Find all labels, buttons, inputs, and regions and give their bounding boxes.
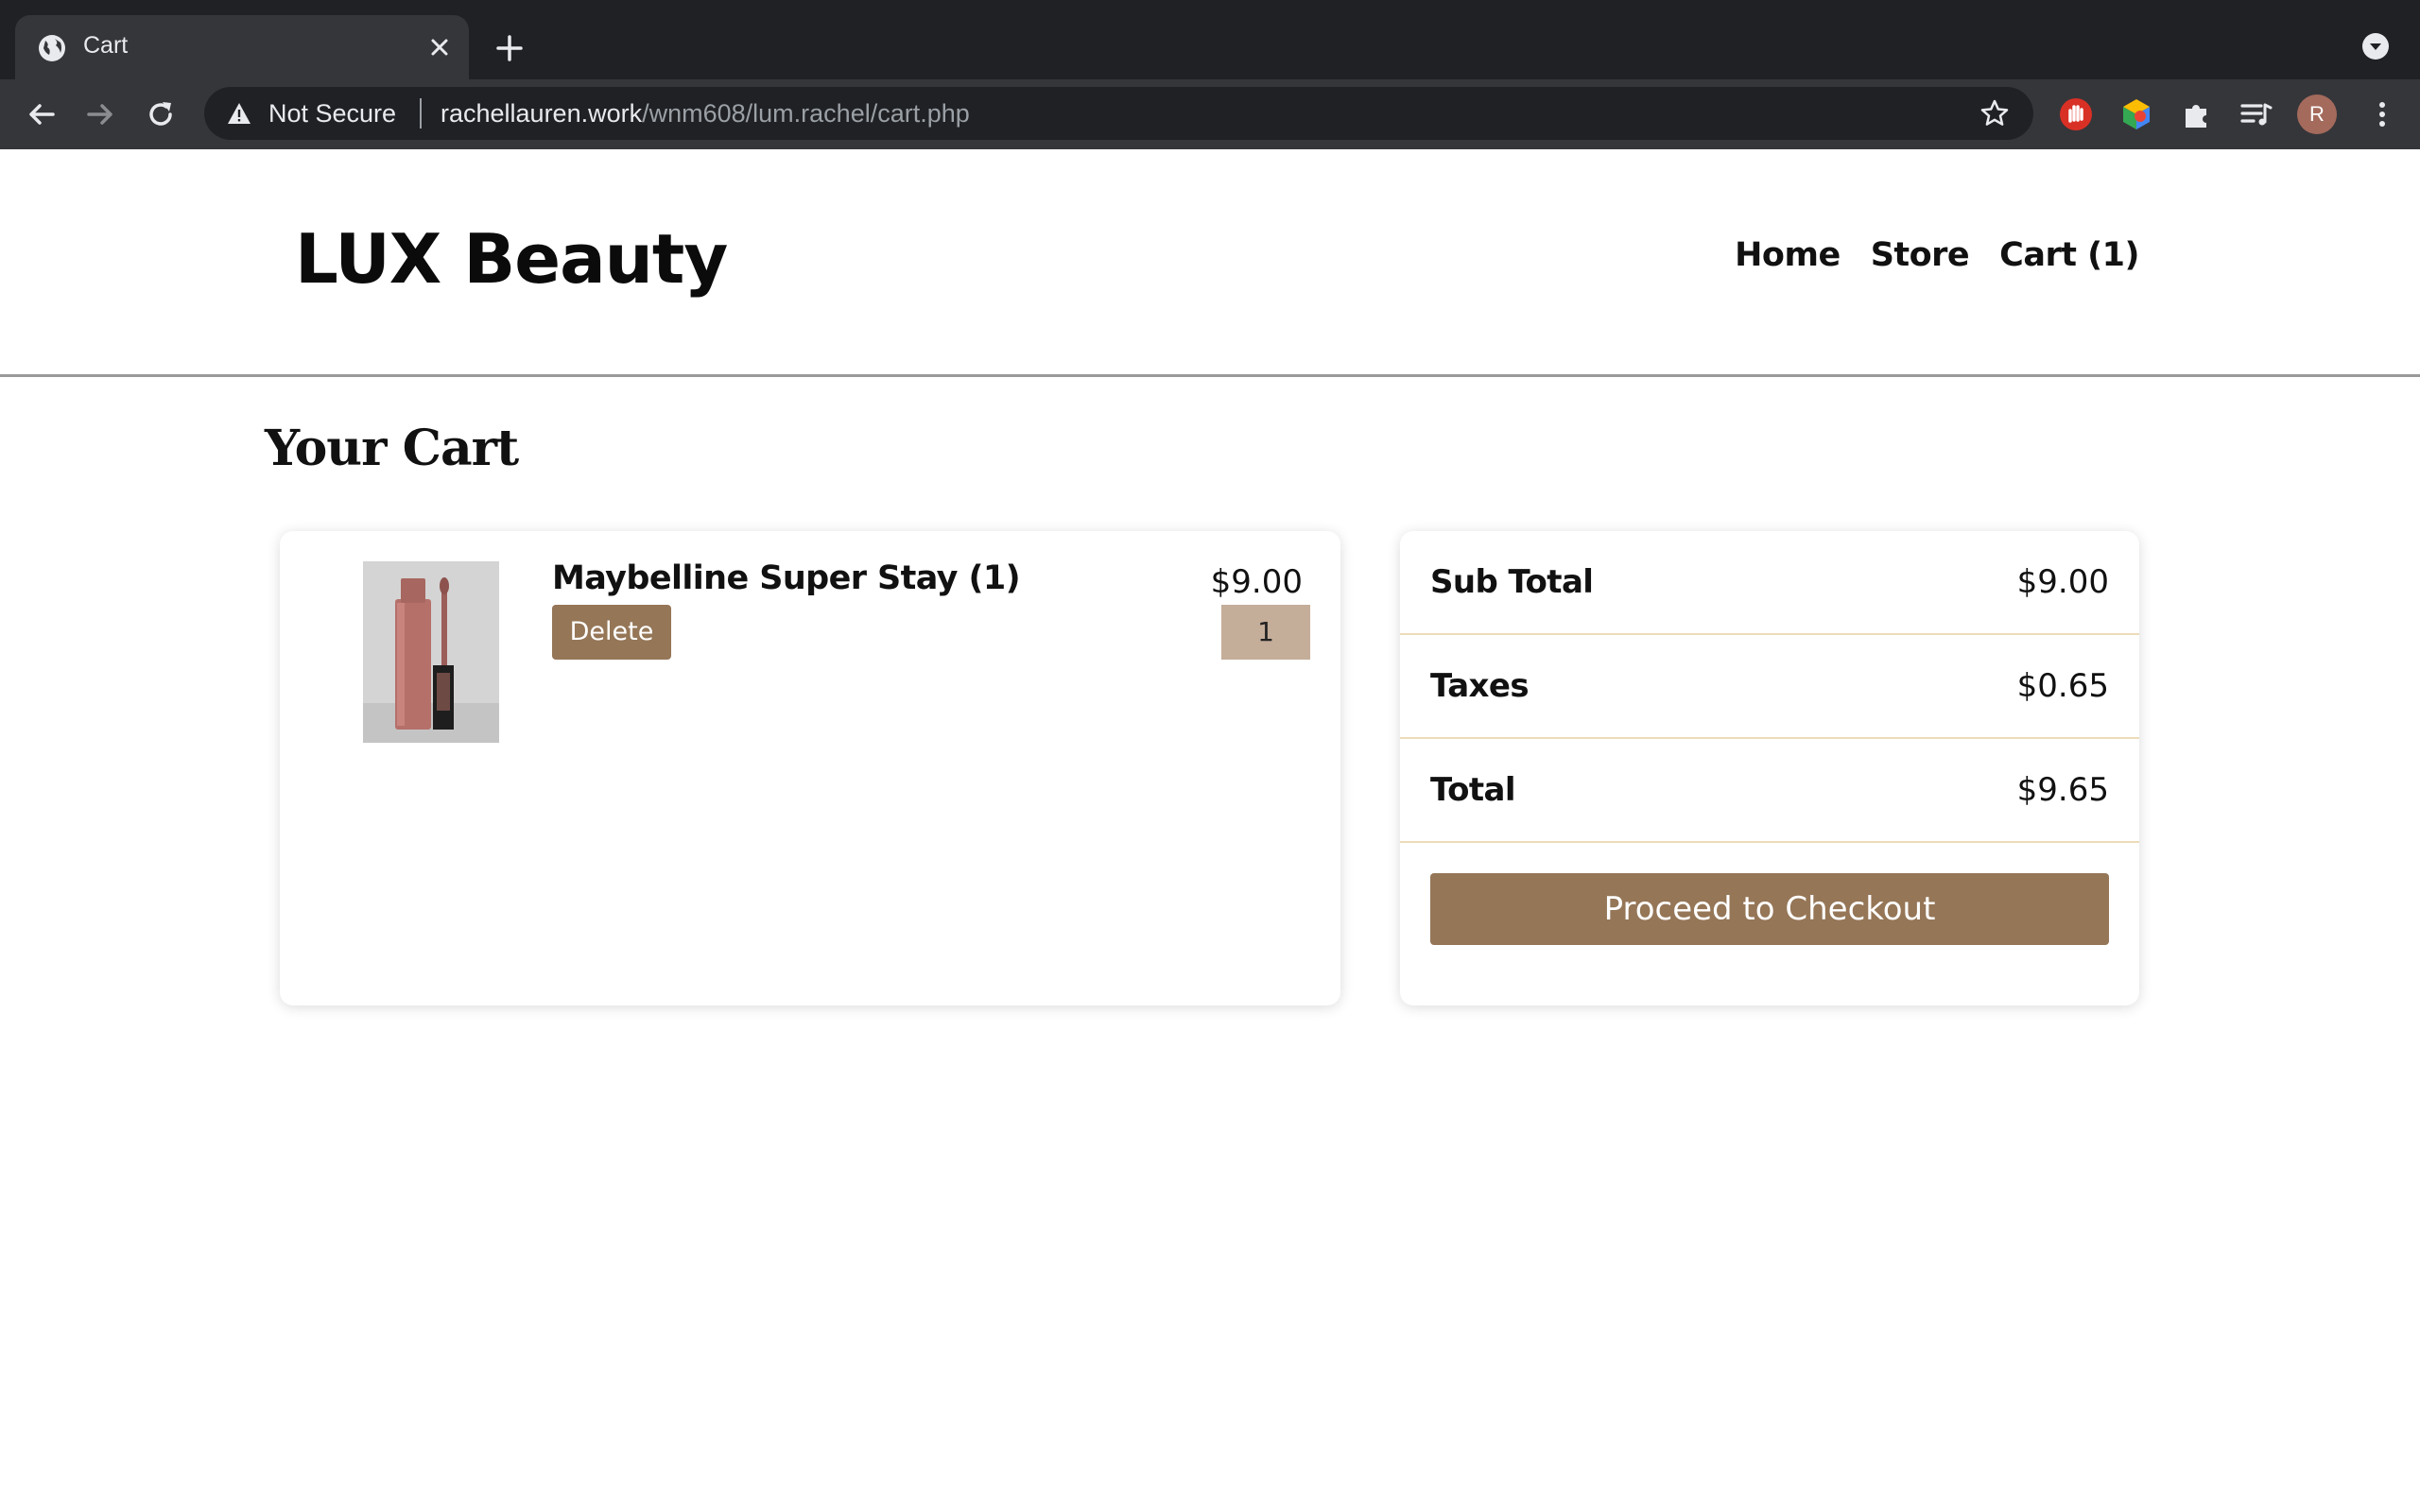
profile-avatar[interactable]: R	[2297, 94, 2337, 134]
order-summary-card: Sub Total $9.00 Taxes $0.65 Total $9.65 …	[1400, 531, 2139, 1005]
main-nav: Home Store Cart (1)	[1735, 236, 2139, 274]
summary-value: $9.00	[2016, 563, 2109, 601]
url-text[interactable]: rachellauren.work/wnm608/lum.rachel/cart…	[441, 99, 970, 129]
nav-home[interactable]: Home	[1735, 236, 1841, 274]
site-header: LUX Beauty Home Store Cart (1)	[0, 149, 2420, 377]
stop-hand-extension-icon[interactable]	[2057, 95, 2095, 133]
new-tab-plus-icon[interactable]	[492, 30, 527, 66]
browser-tab-cart[interactable]: Cart	[15, 15, 469, 79]
browser-toolbar: Not Secure rachellauren.work/wnm608/lum.…	[0, 79, 2420, 149]
summary-row-taxes: Taxes $0.65	[1400, 635, 2139, 739]
nav-cart[interactable]: Cart (1)	[1999, 236, 2139, 274]
nav-store[interactable]: Store	[1871, 236, 1970, 274]
summary-label: Total	[1430, 771, 1515, 809]
tab-strip: Cart	[0, 0, 2420, 79]
color-extension-icon[interactable]	[2118, 95, 2155, 133]
tab-title: Cart	[83, 32, 129, 59]
brand-logo[interactable]: LUX Beauty	[295, 219, 728, 299]
security-label[interactable]: Not Secure	[268, 99, 396, 129]
product-image[interactable]	[363, 561, 499, 743]
warning-icon	[228, 103, 251, 124]
puzzle-extensions-icon[interactable]	[2178, 95, 2216, 133]
cart-item-name: Maybelline Super Stay (1)	[552, 559, 1021, 597]
cart-items-card: Maybelline Super Stay (1) Delete $9.00 1	[280, 531, 1340, 1005]
tab-search-chevron-icon[interactable]	[2360, 31, 2391, 61]
globe-icon	[39, 35, 65, 61]
lipstick-product-image	[363, 561, 499, 743]
close-icon[interactable]	[424, 31, 456, 63]
bookmark-star-icon[interactable]	[1979, 98, 2010, 129]
quantity-field[interactable]: 1	[1221, 605, 1310, 660]
page-title: Your Cart	[265, 420, 519, 477]
browser-chrome: Cart Not Secure rachellauren.work/wnm608…	[0, 0, 2420, 149]
summary-row-total: Total $9.65	[1400, 739, 2139, 843]
summary-label: Sub Total	[1430, 563, 1594, 601]
header-divider	[0, 374, 2420, 377]
page-content: LUX Beauty Home Store Cart (1) Your Cart…	[0, 149, 2420, 1512]
cart-item-price: $9.00	[1210, 563, 1303, 601]
kebab-menu-icon[interactable]	[2363, 95, 2401, 133]
summary-value: $0.65	[2016, 667, 2109, 705]
forward-arrow-icon[interactable]	[81, 95, 119, 133]
summary-row-subtotal: Sub Total $9.00	[1400, 531, 2139, 635]
url-path: /wnm608/lum.rachel/cart.php	[642, 99, 970, 128]
delete-button[interactable]: Delete	[552, 605, 671, 660]
address-divider	[420, 98, 422, 129]
reading-list-icon[interactable]	[2237, 95, 2274, 133]
address-bar[interactable]: Not Secure rachellauren.work/wnm608/lum.…	[204, 87, 2033, 140]
summary-label: Taxes	[1430, 667, 1530, 705]
back-arrow-icon[interactable]	[23, 95, 60, 133]
proceed-to-checkout-button[interactable]: Proceed to Checkout	[1430, 873, 2109, 945]
reload-icon[interactable]	[142, 95, 180, 133]
summary-value: $9.65	[2016, 771, 2109, 809]
url-host: rachellauren.work	[441, 99, 643, 128]
